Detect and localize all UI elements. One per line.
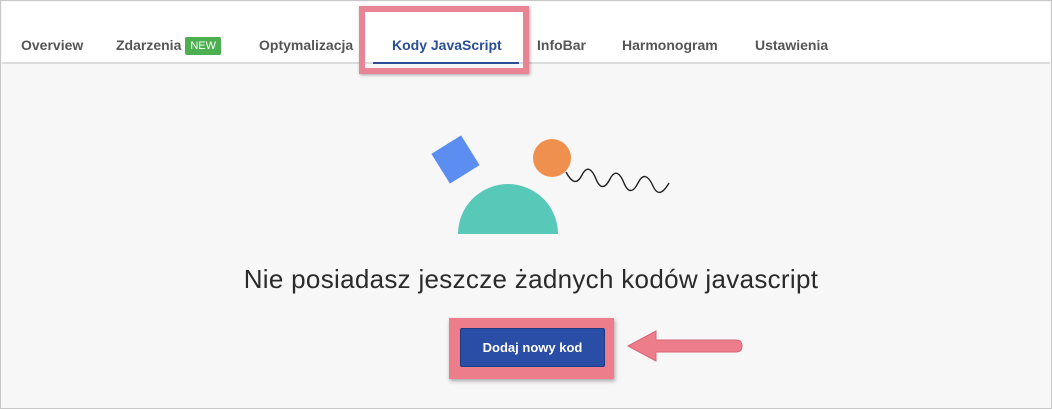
active-tab-indicator	[373, 62, 519, 64]
squiggle-line-shape	[565, 168, 670, 194]
blue-square-shape	[431, 135, 480, 184]
tab-ustawienia-label: Ustawienia	[755, 37, 829, 53]
tab-kody-javascript[interactable]: Kody JavaScript	[392, 26, 502, 64]
app-frame: Overview Zdarzenia NEW Optymalizacja Kody…	[0, 0, 1052, 409]
tab-bar: Overview Zdarzenia NEW Optymalizacja Kody…	[2, 2, 1050, 64]
tab-infobar[interactable]: InfoBar	[537, 26, 586, 64]
empty-state-message: Nie posiadasz jeszcze żadnych kodów java…	[243, 264, 819, 294]
tab-overview[interactable]: Overview	[21, 26, 83, 64]
tab-optymalizacja-label: Optymalizacja	[259, 37, 354, 53]
tab-kody-javascript-label: Kody JavaScript	[392, 37, 502, 53]
tab-ustawienia[interactable]: Ustawienia	[755, 26, 828, 64]
tab-harmonogram[interactable]: Harmonogram	[622, 26, 718, 64]
empty-state-illustration	[431, 135, 670, 234]
teal-semicircle-shape	[458, 184, 558, 234]
tab-harmonogram-label: Harmonogram	[622, 37, 718, 53]
tab-optymalizacja[interactable]: Optymalizacja	[259, 26, 353, 64]
tab-zdarzenia-label: Zdarzenia	[116, 37, 182, 53]
tab-zdarzenia[interactable]: Zdarzenia NEW	[116, 26, 222, 64]
orange-circle-shape	[533, 139, 571, 177]
add-new-code-button[interactable]: Dodaj nowy kod	[460, 328, 605, 367]
new-badge: NEW	[185, 37, 222, 55]
tab-overview-label: Overview	[21, 37, 84, 53]
tab-infobar-label: InfoBar	[537, 37, 586, 53]
pointer-arrow-icon	[626, 330, 743, 362]
